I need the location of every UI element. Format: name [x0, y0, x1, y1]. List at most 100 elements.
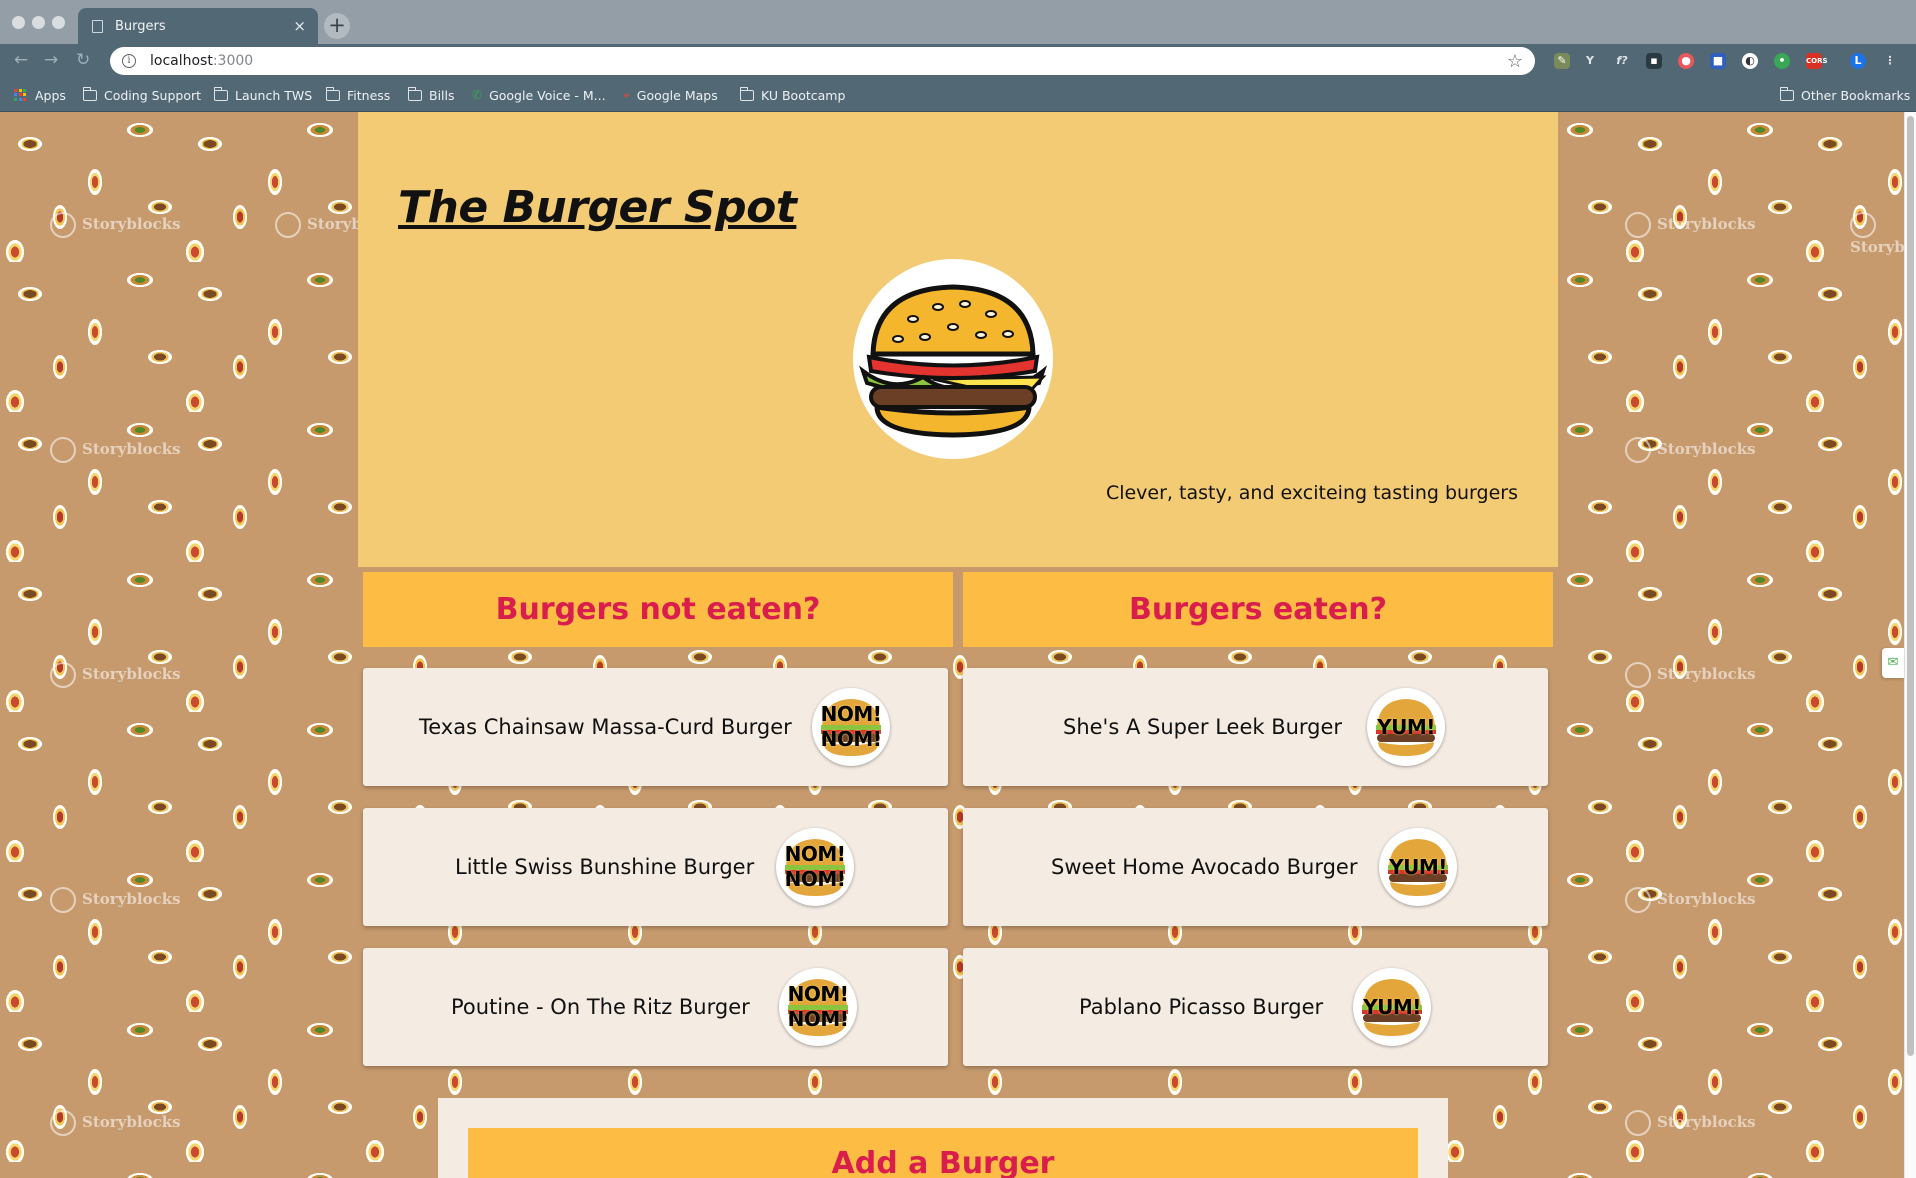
browser-tab[interactable]: Burgers × — [78, 8, 318, 44]
bookmark-google-maps[interactable]: ⌖ Google Maps — [623, 78, 718, 112]
back-arrow-icon[interactable]: ← — [14, 50, 28, 70]
folder-icon — [407, 86, 422, 101]
bookmark-star-icon[interactable]: ☆ — [1507, 51, 1523, 72]
devour-button[interactable]: NOM! NOM! — [776, 828, 854, 906]
browser-toolbar: ← → ↻ i localhost:3000 ☆ ✎ Y f? ▪ ● ■ ◐ … — [0, 44, 1916, 78]
folder-icon — [1779, 86, 1794, 101]
yum-button-label: YUM! — [1389, 854, 1447, 879]
circle-icon[interactable]: ◐ — [1742, 53, 1758, 69]
burger-name: Texas Chainsaw Massa-Curd Burger — [419, 715, 792, 739]
apps-grid-icon — [14, 88, 27, 102]
burger-logo — [853, 259, 1053, 459]
watermark: Storyblocks — [1625, 437, 1756, 463]
devour-button-label: NOM! NOM! — [784, 842, 846, 891]
bookmark-label: Bills — [429, 87, 455, 103]
bookmark-label: Coding Support — [104, 87, 202, 103]
yum-button-label: YUM! — [1363, 994, 1421, 1019]
watermark: Storyblocks — [1625, 887, 1756, 913]
yum-button[interactable]: YUM! — [1367, 688, 1445, 766]
burger-card-eaten: Pablano Picasso Burger YUM! — [963, 948, 1548, 1066]
grid-icon[interactable]: ▪ — [1646, 53, 1662, 69]
phone-icon: ✆ — [472, 88, 483, 102]
window-close-dot[interactable] — [12, 16, 25, 29]
watermark: Storyblocks — [50, 437, 181, 463]
tab-close-icon[interactable]: × — [293, 17, 306, 35]
eaten-heading: Burgers eaten? — [963, 572, 1553, 647]
devour-button-label: NOM! NOM! — [787, 982, 849, 1031]
bookmark-google-voice[interactable]: ✆ Google Voice - M... — [472, 78, 606, 112]
bookmark-label: Launch TWS — [235, 87, 313, 103]
burger-name: Poutine - On The Ritz Burger — [451, 995, 750, 1019]
watermark: Storyblocks — [50, 1110, 181, 1136]
document-icon — [92, 19, 103, 33]
cors-icon[interactable]: CORS — [1806, 53, 1828, 69]
watermark: Storyblocks — [50, 887, 181, 913]
menu-kebab-icon[interactable]: ⋮ — [1882, 53, 1898, 69]
not-eaten-heading: Burgers not eaten? — [363, 572, 953, 647]
bookmark-label: Fitness — [347, 87, 391, 103]
bookmarks-bar: Apps Coding Support Launch TWS Fitness B… — [0, 78, 1916, 112]
reload-icon[interactable]: ↻ — [76, 50, 90, 70]
burger-card-not-eaten: Poutine - On The Ritz Burger NOM! NOM! — [363, 948, 948, 1066]
bookmark-label: Google Voice - M... — [489, 87, 606, 103]
devour-button[interactable]: NOM! NOM! — [812, 688, 890, 766]
url-port: :3000 — [212, 53, 254, 69]
feedback-chat-icon[interactable]: ✉ — [1882, 648, 1904, 678]
folder-icon — [739, 86, 754, 101]
burger-name: She's A Super Leek Burger — [1063, 715, 1343, 739]
url-host: localhost — [150, 53, 213, 69]
burger-name: Pablano Picasso Burger — [1079, 995, 1324, 1019]
y-icon[interactable]: Y — [1582, 53, 1598, 69]
new-tab-button[interactable]: + — [324, 13, 350, 39]
burger-card-not-eaten: Little Swiss Bunshine Burger NOM! NOM! — [363, 808, 948, 926]
bookmark-apps[interactable]: Apps — [14, 78, 66, 112]
watermark: Storyblocks — [1625, 1110, 1756, 1136]
burger-name: Little Swiss Bunshine Burger — [455, 855, 755, 879]
folder-icon — [325, 86, 340, 101]
yum-button-label: YUM! — [1377, 714, 1435, 739]
window-zoom-dot[interactable] — [52, 16, 65, 29]
folder-icon — [213, 86, 228, 101]
folder-icon — [82, 86, 97, 101]
bookmark-bills[interactable]: Bills — [407, 78, 455, 112]
devour-button-label: NOM! NOM! — [820, 702, 882, 751]
watermark: Storyblocks — [50, 662, 181, 688]
profile-avatar[interactable]: L — [1850, 53, 1866, 69]
chat-icon[interactable]: • — [1774, 53, 1790, 69]
window-minimize-dot[interactable] — [32, 16, 45, 29]
forward-arrow-icon[interactable]: → — [44, 50, 58, 70]
yum-button[interactable]: YUM! — [1353, 968, 1431, 1046]
site-info-icon[interactable]: i — [122, 54, 136, 68]
f-icon[interactable]: f? — [1614, 53, 1630, 69]
burger-logo-icon — [859, 284, 1048, 438]
burger-card-not-eaten: Texas Chainsaw Massa-Curd Burger NOM! NO… — [363, 668, 948, 786]
bookmark-fitness[interactable]: Fitness — [325, 78, 391, 112]
add-burger-heading: Add a Burger — [468, 1128, 1418, 1178]
bookmark-ku-bootcamp[interactable]: KU Bootcamp — [739, 78, 846, 112]
address-bar[interactable]: i localhost:3000 ☆ — [110, 47, 1535, 75]
scrollbar-thumb[interactable] — [1907, 116, 1914, 1056]
browser-titlebar: Burgers × + — [0, 0, 1916, 44]
page-title: The Burger Spot — [398, 182, 797, 233]
burger-name: Sweet Home Avocado Burger — [1051, 855, 1358, 879]
bookmark-launch-tws[interactable]: Launch TWS — [213, 78, 313, 112]
tagline: Clever, tasty, and exciteing tasting bur… — [1105, 482, 1518, 504]
pen-icon[interactable]: ✎ — [1554, 53, 1570, 69]
devour-button[interactable]: NOM! NOM! — [779, 968, 857, 1046]
maps-icon: ⌖ — [623, 87, 630, 102]
watermark: Storyblocks — [1625, 212, 1756, 238]
bookmark-coding-support[interactable]: Coding Support — [82, 78, 202, 112]
watermark: Storyblocks — [1625, 662, 1756, 688]
burger-card-eaten: Sweet Home Avocado Burger YUM! — [963, 808, 1548, 926]
bookmark-label: Google Maps — [636, 87, 718, 103]
add-burger-form: Add a Burger — [438, 1098, 1448, 1178]
burger-card-eaten: She's A Super Leek Burger YUM! — [963, 668, 1548, 786]
bookmark-other[interactable]: Other Bookmarks — [1779, 78, 1910, 112]
record-icon[interactable]: ● — [1678, 53, 1694, 69]
watermark: Storyblocks — [50, 212, 181, 238]
tab-title: Burgers — [115, 18, 166, 34]
bookmark-label: KU Bootcamp — [761, 87, 846, 103]
yum-button[interactable]: YUM! — [1379, 828, 1457, 906]
bookmark-label: Apps — [35, 87, 66, 103]
square-icon[interactable]: ■ — [1710, 53, 1726, 69]
